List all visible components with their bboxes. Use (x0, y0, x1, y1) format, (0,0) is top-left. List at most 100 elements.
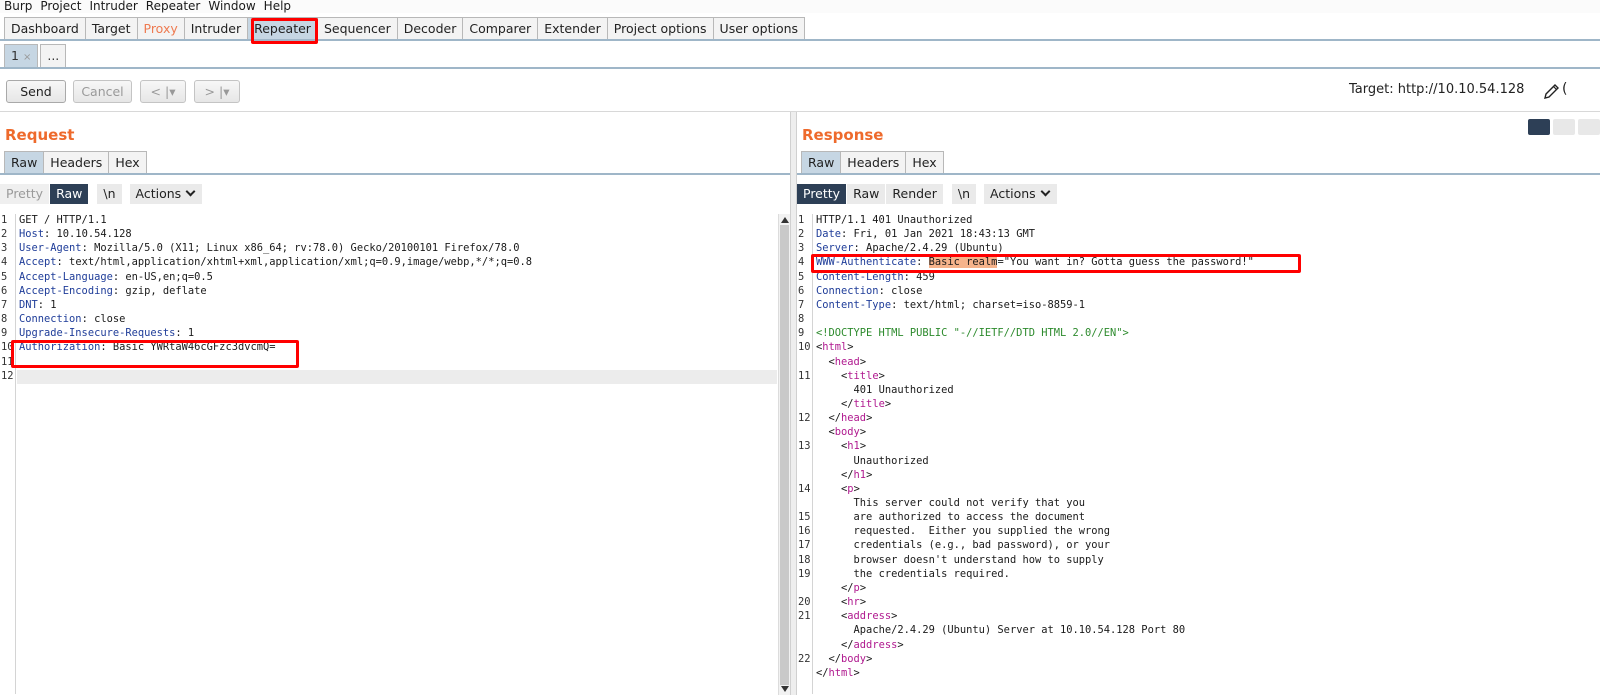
request-raw-button[interactable]: Raw (50, 184, 89, 204)
response-render-button[interactable]: Render (886, 184, 943, 204)
response-newline-toggle[interactable]: \n (951, 184, 977, 204)
tab-intruder[interactable]: Intruder (183, 17, 249, 39)
tag-bracket: </ (828, 412, 842, 425)
line-number: 2 (798, 228, 805, 241)
header-value-rest: ="You want in? Gotta guess the password!… (997, 256, 1254, 269)
code-line: </html> (816, 667, 860, 679)
tab-repeater[interactable]: Repeater (247, 17, 318, 39)
header-value: : (916, 256, 929, 269)
tag-name: body (841, 652, 867, 665)
line-number: 10 (798, 341, 811, 354)
line-number: 8 (798, 313, 805, 326)
tab-comparer[interactable]: Comparer (462, 17, 539, 39)
sub-tab-1[interactable]: 1 × (4, 44, 39, 67)
split-pane-divider[interactable] (790, 112, 797, 695)
code-line: Upgrade-Insecure-Requests: 1 (19, 327, 194, 339)
stacked-layout-icon[interactable] (1553, 119, 1575, 135)
response-panel: Response Raw Headers Hex Pretty Raw Rend… (797, 112, 1600, 695)
menu-intruder[interactable]: Intruder (89, 0, 137, 13)
new-tab-button[interactable]: ... (40, 44, 67, 67)
side-by-side-layout-icon[interactable] (1528, 119, 1550, 135)
line-number: 19 (798, 567, 811, 580)
request-actions-menu[interactable]: Actions (129, 184, 203, 204)
code-line: Apache/2.4.29 (Ubuntu) Server at 10.10.5… (816, 624, 1186, 637)
help-icon[interactable]: ( (1562, 81, 1567, 97)
menu-project[interactable]: Project (40, 0, 81, 13)
header-name: Host (19, 228, 45, 241)
code-line: <!DOCTYPE HTML PUBLIC "-//IETF//DTD HTML… (816, 327, 1129, 339)
tab-sequencer[interactable]: Sequencer (316, 17, 398, 39)
scroll-down-icon[interactable] (781, 686, 789, 692)
tab-extender[interactable]: Extender (537, 17, 608, 39)
tab-project-options[interactable]: Project options (606, 17, 714, 39)
response-tab-headers[interactable]: Headers (840, 151, 907, 173)
code-line: Accept-Encoding: gzip, deflate (19, 285, 207, 297)
line-number: 8 (1, 313, 8, 326)
actions-label: Actions (990, 186, 1036, 201)
pencil-icon[interactable] (1543, 82, 1561, 100)
history-forward-button[interactable]: > |▾ (194, 80, 240, 103)
header-name: User-Agent (19, 242, 82, 255)
menu-help[interactable]: Help (264, 0, 291, 13)
code-line: <title> (816, 370, 885, 382)
code-line: Date: Fri, 01 Jan 2021 18:43:13 GMT (816, 228, 1035, 240)
request-format-bar: Pretty Raw \n Actions (0, 183, 203, 205)
actions-label: Actions (135, 186, 182, 201)
tab-proxy[interactable]: Proxy (136, 17, 185, 39)
text-node: This server could not verify that you (853, 497, 1086, 509)
tag-bracket: > (884, 397, 892, 410)
tag-name: html (822, 341, 848, 354)
response-tab-raw[interactable]: Raw (801, 151, 842, 173)
tag-bracket: > (847, 341, 854, 354)
header-name: Accept-Encoding (19, 284, 113, 297)
text-node: Unauthorized (853, 454, 929, 467)
menu-repeater[interactable]: Repeater (146, 0, 201, 13)
tab-dashboard[interactable]: Dashboard (4, 17, 86, 39)
code-line: <address> (816, 610, 897, 622)
response-raw-button[interactable]: Raw (847, 184, 886, 204)
request-scrollbar[interactable] (778, 214, 790, 695)
menu-burp[interactable]: Burp (4, 0, 32, 13)
request-tab-headers[interactable]: Headers (43, 151, 110, 173)
header-value: HTTP/1.1 401 Unauthorized (816, 214, 973, 226)
code-line: <head> (816, 356, 867, 368)
menu-window[interactable]: Window (208, 0, 255, 13)
line-number: 12 (1, 369, 14, 382)
response-pretty-button[interactable]: Pretty (797, 184, 847, 204)
response-actions-menu[interactable]: Actions (984, 184, 1057, 204)
code-line: <p> (816, 483, 860, 495)
tab-target[interactable]: Target (84, 17, 138, 39)
close-icon[interactable]: × (23, 52, 31, 63)
request-pretty-button[interactable]: Pretty (0, 184, 50, 204)
tab-decoder[interactable]: Decoder (396, 17, 464, 39)
line-number: 9 (798, 327, 805, 340)
code-line: HTTP/1.1 401 Unauthorized (816, 214, 972, 226)
code-line: <h1> (816, 440, 866, 452)
text-node: Apache/2.4.29 (Ubuntu) Server at 10.10.5… (853, 624, 1186, 637)
cancel-button[interactable]: Cancel (73, 80, 132, 103)
target-label: Target: http://10.10.54.128 (1349, 82, 1525, 97)
repeater-toolbar: Send Cancel < |▾ > |▾ Target: http://10.… (0, 72, 1600, 112)
scrollbar-thumb[interactable] (780, 225, 789, 685)
code-line: DNT: 1 (19, 299, 57, 311)
request-tab-raw[interactable]: Raw (4, 151, 45, 173)
history-back-button[interactable]: < |▾ (140, 80, 186, 103)
tab-user-options[interactable]: User options (712, 17, 806, 39)
response-tab-hex[interactable]: Hex (905, 151, 944, 173)
tabbed-layout-icon[interactable] (1578, 119, 1600, 135)
line-number: 18 (798, 553, 811, 566)
request-tab-hex[interactable]: Hex (108, 151, 147, 173)
tag-name: address (853, 638, 898, 651)
search-match: Basic realm (928, 256, 998, 269)
request-newline-toggle[interactable]: \n (97, 184, 122, 204)
code-line: Content-Length: 459 (816, 271, 935, 283)
tag-name: head (841, 412, 867, 425)
header-name: Accept (19, 256, 57, 269)
scroll-up-icon[interactable] (781, 217, 789, 223)
send-button[interactable]: Send (6, 80, 66, 103)
header-value: : text/html,application/xhtml+xml,applic… (56, 256, 532, 269)
